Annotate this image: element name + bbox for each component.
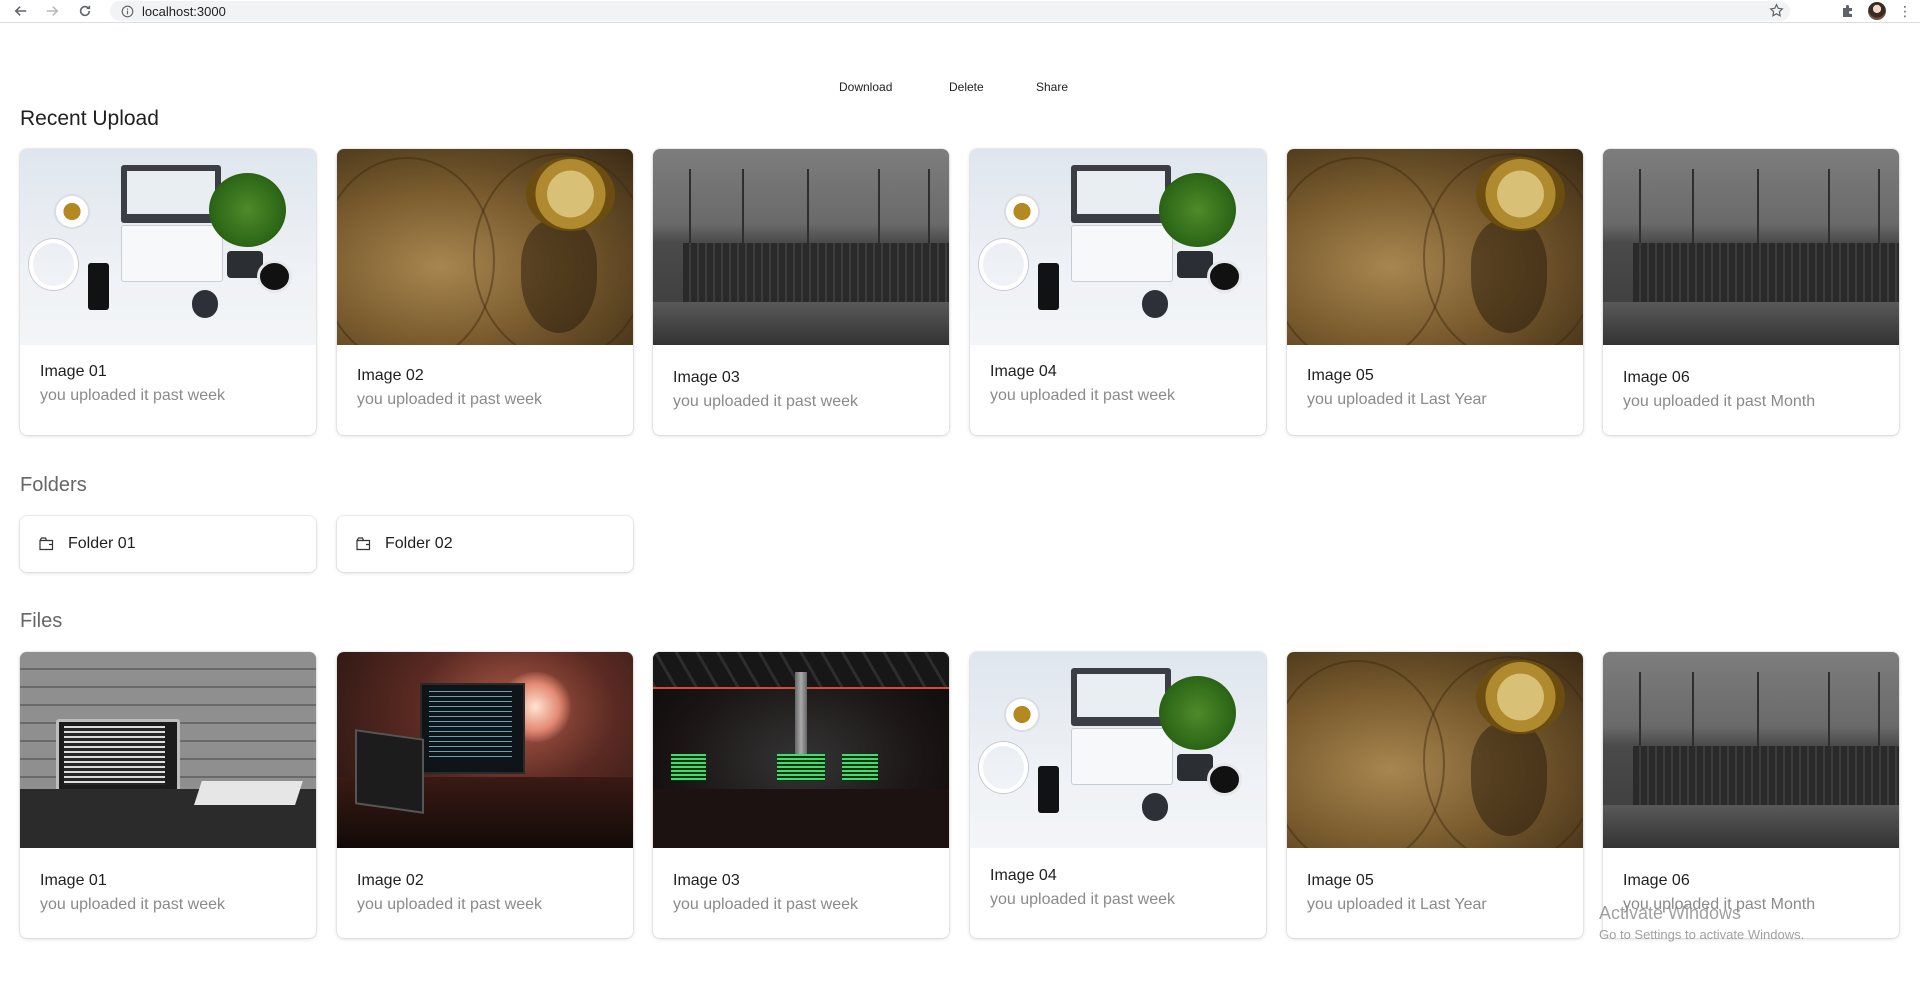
card-subtitle: you uploaded it past week xyxy=(990,891,1176,908)
files-grid: Image 01 you uploaded it past week Image… xyxy=(20,652,1900,938)
recent-upload-heading: Recent Upload xyxy=(20,107,159,130)
card-subtitle: you uploaded it past week xyxy=(673,896,859,913)
folder-icon xyxy=(39,537,54,551)
card-title: Image 01 xyxy=(40,363,107,380)
activate-windows-watermark: Activate Windows Go to Settings to activ… xyxy=(1599,903,1804,942)
image-thumbnail xyxy=(1287,652,1583,848)
reload-icon[interactable] xyxy=(74,0,96,22)
bookmark-star-icon[interactable] xyxy=(1769,3,1784,23)
watermark-title: Activate Windows xyxy=(1599,903,1742,923)
card-title: Image 05 xyxy=(1307,872,1374,889)
image-thumbnail xyxy=(970,149,1266,345)
card-subtitle: you uploaded it past week xyxy=(357,896,543,913)
card-title: Image 01 xyxy=(40,872,107,889)
watermark-subtitle: Go to Settings to activate Windows. xyxy=(1599,927,1805,942)
card-subtitle: you uploaded it Last Year xyxy=(1307,391,1487,408)
card-title: Image 05 xyxy=(1307,367,1374,384)
image-card[interactable]: Image 04 you uploaded it past week xyxy=(970,652,1266,938)
image-card[interactable]: Image 05 you uploaded it Last Year xyxy=(1287,149,1583,435)
image-thumbnail xyxy=(20,149,316,345)
back-arrow-icon[interactable] xyxy=(10,0,32,22)
image-card[interactable]: Image 04 you uploaded it past week xyxy=(970,149,1266,435)
card-subtitle: you uploaded it Last Year xyxy=(1307,896,1487,913)
card-subtitle: you uploaded it past week xyxy=(357,391,543,408)
url-text[interactable]: localhost:3000 xyxy=(142,4,226,19)
image-card[interactable]: Image 05 you uploaded it Last Year xyxy=(1287,652,1583,938)
card-subtitle: you uploaded it past week xyxy=(40,896,226,913)
image-card[interactable]: Image 01 you uploaded it past week xyxy=(20,149,316,435)
folder-icon xyxy=(356,537,371,551)
image-thumbnail xyxy=(337,652,633,848)
card-title: Image 03 xyxy=(673,369,740,386)
card-title: Image 06 xyxy=(1623,369,1690,386)
card-title: Image 02 xyxy=(357,872,424,889)
card-subtitle: you uploaded it past week xyxy=(40,387,226,404)
image-thumbnail xyxy=(20,652,316,848)
image-thumbnail xyxy=(1287,149,1583,345)
image-card[interactable]: Image 03 you uploaded it past week xyxy=(653,652,949,938)
card-title: Image 03 xyxy=(673,872,740,889)
card-title: Image 02 xyxy=(357,367,424,384)
card-title: Image 04 xyxy=(990,363,1057,380)
files-heading: Files xyxy=(20,610,63,632)
image-card[interactable]: Image 06 you uploaded it past Month xyxy=(1603,652,1899,938)
folder-item[interactable]: Folder 01 xyxy=(20,516,316,572)
image-thumbnail xyxy=(1603,149,1899,345)
card-title: Image 06 xyxy=(1623,872,1690,889)
image-card[interactable]: Image 02 you uploaded it past week xyxy=(337,149,633,435)
image-thumbnail xyxy=(653,149,949,345)
forward-arrow-icon[interactable] xyxy=(41,0,63,22)
recent-upload-grid: Image 01 you uploaded it past week Image… xyxy=(20,149,1900,435)
card-subtitle: you uploaded it past week xyxy=(673,393,859,410)
folders-heading: Folders xyxy=(20,474,87,496)
image-thumbnail xyxy=(970,652,1266,848)
image-card[interactable]: Image 03 you uploaded it past week xyxy=(653,149,949,435)
download-button[interactable]: Download xyxy=(839,80,892,94)
browser-toolbar: localhost:3000 ⋮ xyxy=(0,0,1920,23)
action-toolbar: Download Delete Share xyxy=(0,80,1920,100)
folder-label: Folder 02 xyxy=(385,535,453,552)
info-icon[interactable] xyxy=(118,2,136,20)
extensions-puzzle-icon[interactable] xyxy=(1840,3,1856,19)
image-card[interactable]: Image 01 you uploaded it past week xyxy=(20,652,316,938)
folder-label: Folder 01 xyxy=(68,535,136,552)
card-subtitle: you uploaded it past week xyxy=(990,387,1176,404)
image-card[interactable]: Image 06 you uploaded it past Month xyxy=(1603,149,1899,435)
browser-menu-icon[interactable]: ⋮ xyxy=(1898,4,1912,18)
delete-button[interactable]: Delete xyxy=(949,80,984,94)
image-thumbnail xyxy=(653,652,949,848)
address-bar[interactable]: localhost:3000 xyxy=(110,1,1790,21)
image-thumbnail xyxy=(1603,652,1899,848)
card-subtitle: you uploaded it past Month xyxy=(1623,393,1816,410)
image-card[interactable]: Image 02 you uploaded it past week xyxy=(337,652,633,938)
share-button[interactable]: Share xyxy=(1036,80,1068,94)
profile-avatar[interactable] xyxy=(1868,2,1886,20)
image-thumbnail xyxy=(337,149,633,345)
card-title: Image 04 xyxy=(990,867,1057,884)
folders-grid: Folder 01 Folder 02 xyxy=(20,516,1900,572)
folder-item[interactable]: Folder 02 xyxy=(337,516,633,572)
